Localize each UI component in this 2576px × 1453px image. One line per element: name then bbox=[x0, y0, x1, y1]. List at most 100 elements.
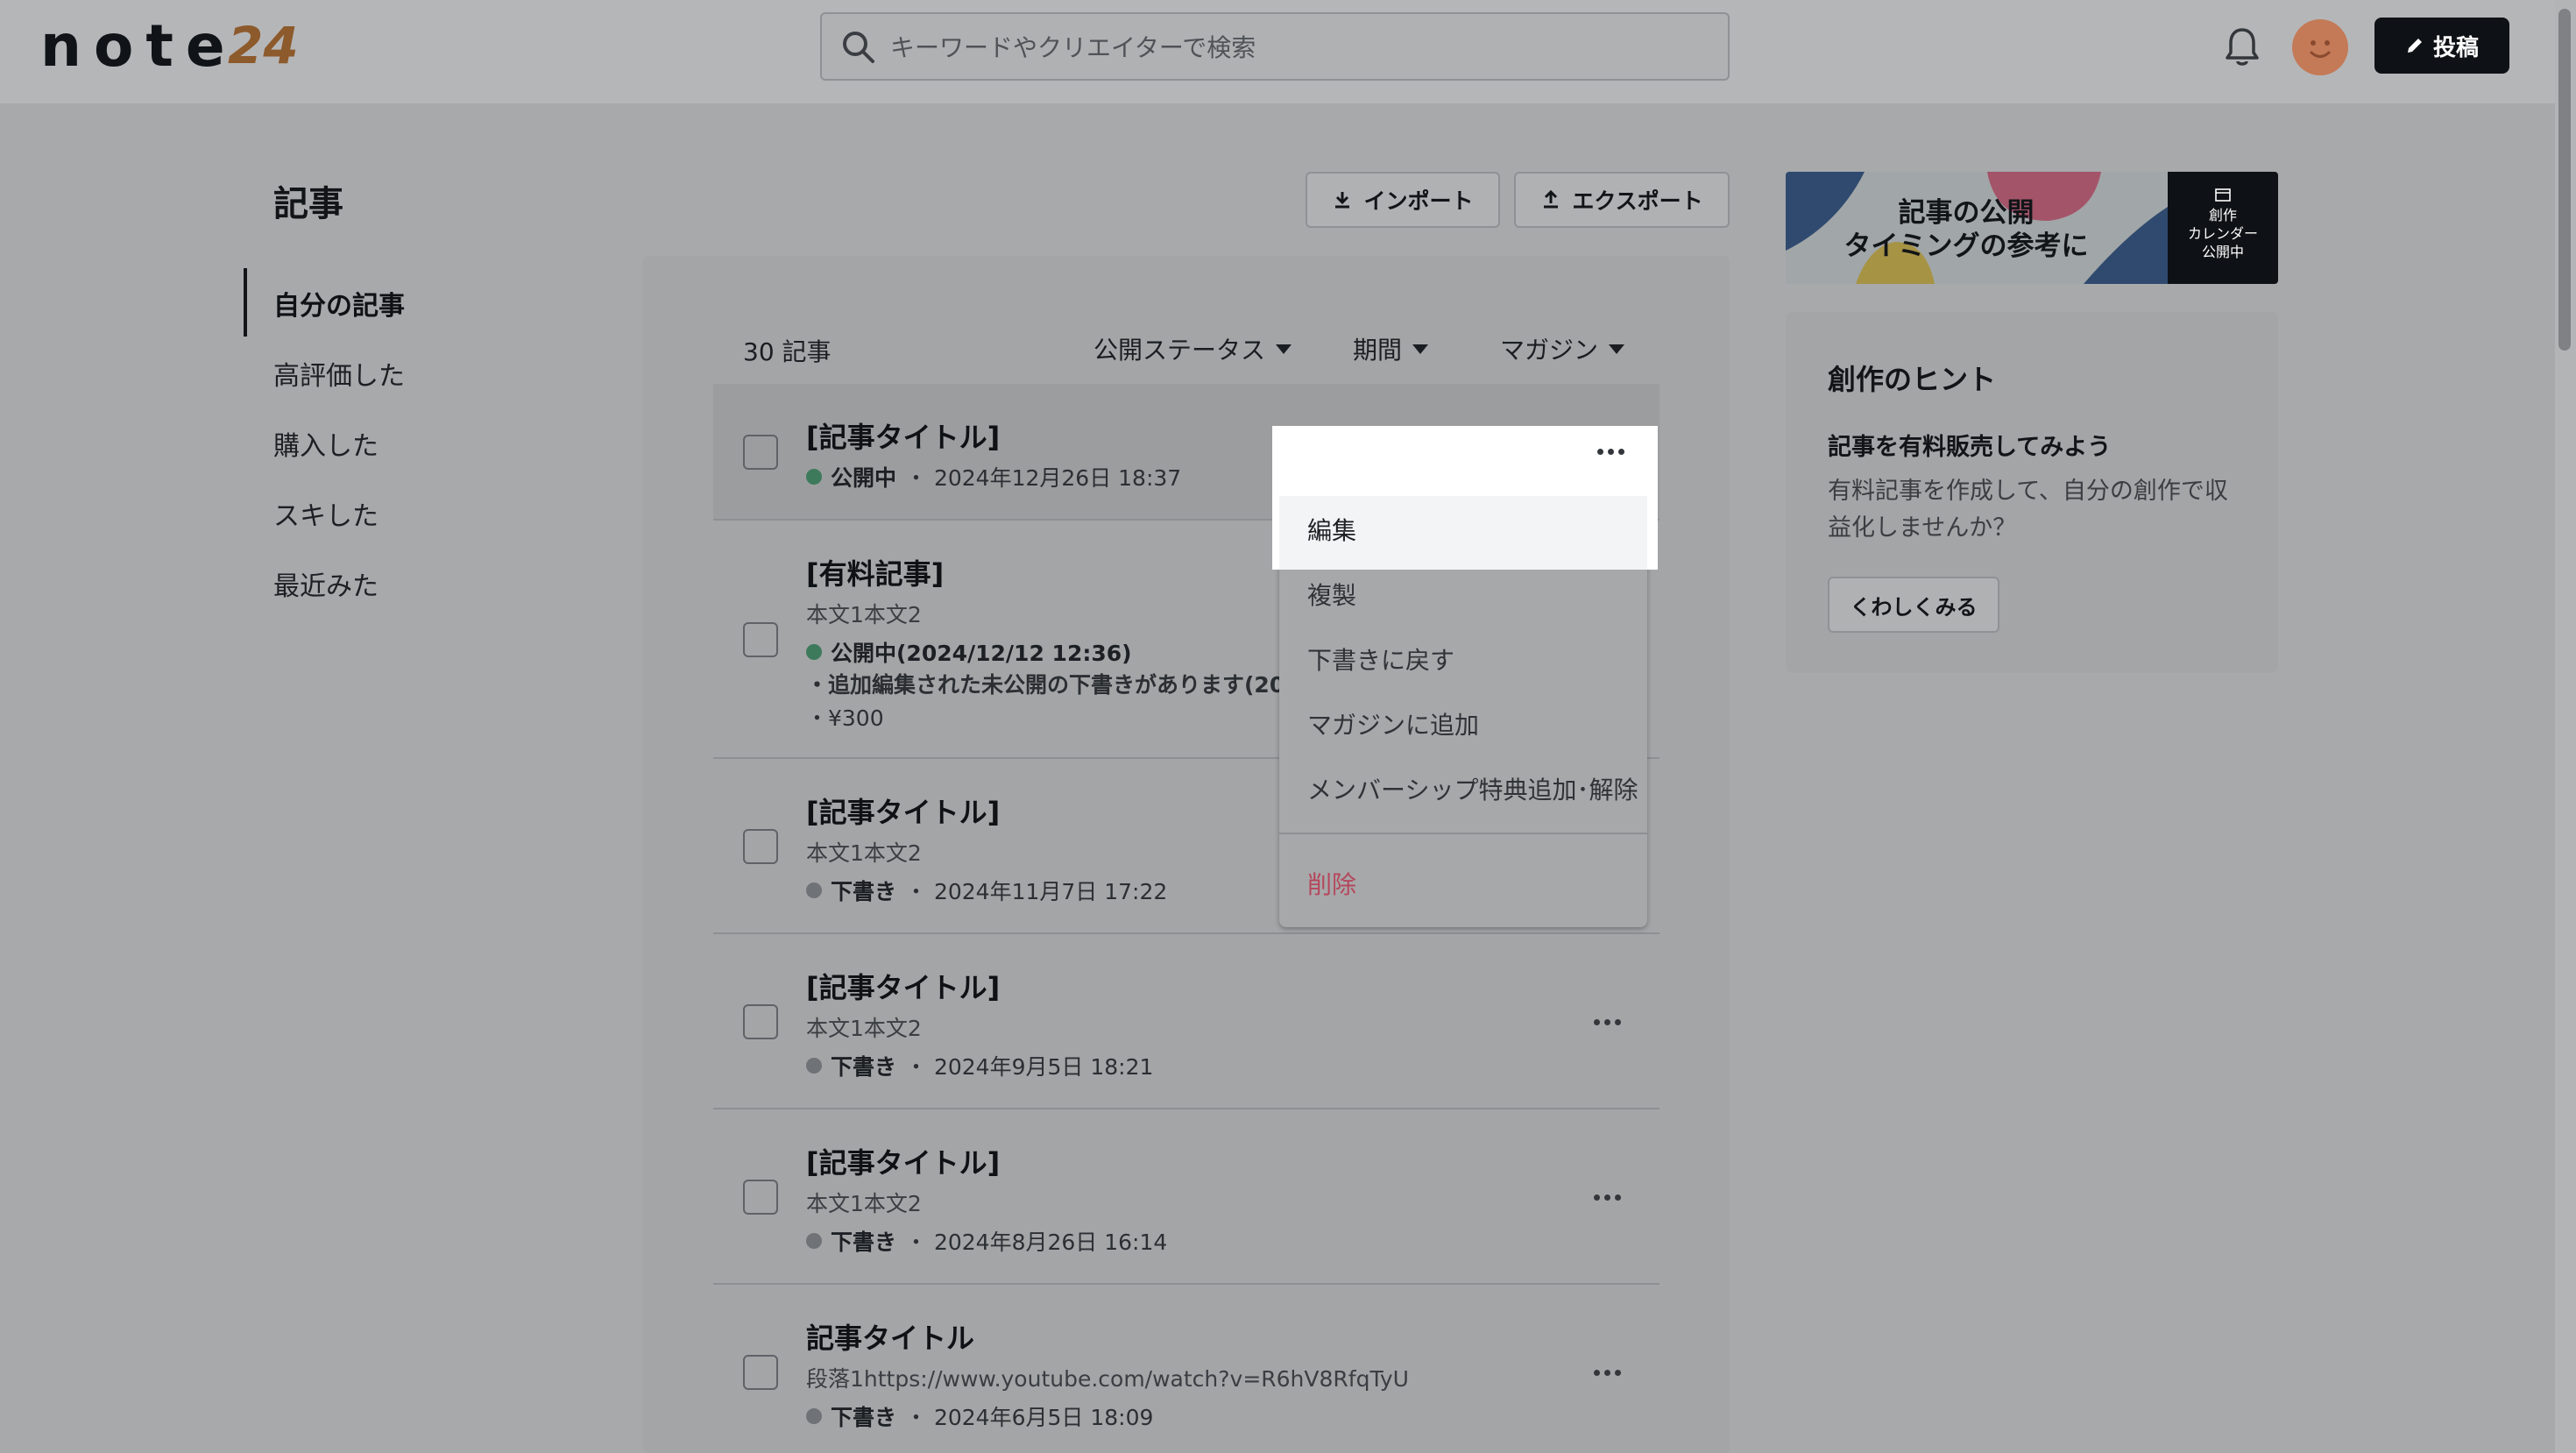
menu-item-membership[interactable]: メンバーシップ特典追加･解除 bbox=[1307, 771, 1638, 806]
published-dot bbox=[806, 644, 822, 660]
caret-down-icon bbox=[1276, 344, 1292, 354]
sidebar-item-suki[interactable]: スキした bbox=[273, 494, 379, 533]
article-excerpt: 本文1本文2 bbox=[806, 840, 922, 866]
article-checkbox[interactable] bbox=[743, 435, 778, 470]
more-options-icon[interactable] bbox=[1589, 1013, 1624, 1031]
draft-dot bbox=[806, 1058, 822, 1074]
article-excerpt: 本文1本文2 bbox=[806, 1191, 922, 1216]
article-status: 下書き ・ 2024年8月26日 16:14 bbox=[806, 1225, 1167, 1257]
export-button[interactable]: エクスポート bbox=[1514, 172, 1730, 228]
menu-item-revert-draft[interactable]: 下書きに戻す bbox=[1307, 641, 1454, 677]
badge-line-1: 創作 bbox=[2208, 207, 2237, 223]
menu-item-add-magazine[interactable]: マガジンに追加 bbox=[1307, 706, 1479, 741]
logo-badge: 24 bbox=[228, 16, 299, 75]
status-label: 公開中(2024/12/12 12:36) bbox=[831, 641, 1132, 666]
sidebar-item-recent[interactable]: 最近みた bbox=[273, 564, 379, 603]
more-options-icon[interactable] bbox=[1589, 1188, 1624, 1206]
period-filter-label: 期間 bbox=[1353, 336, 1403, 365]
hint-subtitle: 記事を有料販売してみよう bbox=[1828, 434, 2112, 461]
caret-down-icon bbox=[1412, 344, 1429, 354]
article-checkbox[interactable] bbox=[743, 1180, 778, 1215]
draft-dot bbox=[806, 1408, 822, 1424]
header: note 24 投稿 bbox=[0, 0, 2576, 103]
calendar-icon bbox=[2215, 188, 2231, 202]
search-input[interactable] bbox=[890, 26, 1696, 68]
article-row[interactable]: 記事タイトル 段落1https://www.youtube.com/watch?… bbox=[713, 1285, 1660, 1453]
magazine-filter[interactable]: マガジン bbox=[1500, 331, 1625, 366]
status-label: 下書き bbox=[831, 1054, 897, 1080]
badge-line-3: 公開中 bbox=[2201, 244, 2244, 260]
menu-item-duplicate[interactable]: 複製 bbox=[1307, 577, 1356, 612]
period-filter[interactable]: 期間 bbox=[1353, 331, 1429, 366]
article-excerpt: 段落1https://www.youtube.com/watch?v=R6hV8… bbox=[806, 1366, 1409, 1392]
price-label: ・¥300 bbox=[806, 705, 884, 731]
hint-title: 創作のヒント bbox=[1828, 363, 1997, 396]
article-checkbox[interactable] bbox=[743, 1355, 778, 1390]
article-title[interactable]: [記事タイトル] bbox=[806, 1141, 1000, 1181]
draft-note: ・追加編集された未公開の下書きがあります(2024 bbox=[806, 672, 1316, 698]
pencil-icon bbox=[2407, 39, 2422, 53]
scroll-thumb[interactable] bbox=[2558, 9, 2571, 351]
article-status: 下書き ・ 2024年6月5日 18:09 bbox=[806, 1400, 1153, 1432]
draft-dot bbox=[806, 882, 822, 898]
sidebar-item-my-articles[interactable]: 自分の記事 bbox=[273, 284, 405, 322]
article-checkbox[interactable] bbox=[743, 622, 778, 657]
status-meta: ・ 2024年9月5日 18:21 bbox=[905, 1054, 1154, 1080]
banner-line-2: タイミングの参考に bbox=[1844, 230, 2089, 262]
menu-item-delete[interactable]: 削除 bbox=[1307, 866, 1356, 901]
menu-pointer bbox=[1596, 468, 1624, 482]
menu-divider bbox=[1279, 833, 1647, 834]
article-title[interactable]: 記事タイトル bbox=[806, 1316, 974, 1357]
caret-down-icon bbox=[1609, 344, 1625, 354]
calendar-badge: 創作 カレンダー 公開中 bbox=[2168, 172, 2278, 284]
post-button[interactable]: 投稿 bbox=[2374, 18, 2509, 74]
status-meta: ・ 2024年8月26日 16:14 bbox=[905, 1230, 1168, 1255]
export-label: エクスポート bbox=[1572, 188, 1703, 214]
status-label: 下書き bbox=[831, 1405, 897, 1430]
more-options-icon[interactable] bbox=[1589, 1364, 1624, 1381]
article-status: 公開中(2024/12/12 12:36) bbox=[806, 636, 1132, 668]
sidebar-item-purchased[interactable]: 購入した bbox=[273, 424, 379, 463]
banner-text: 記事の公開 タイミングの参考に bbox=[1844, 196, 2089, 263]
magazine-filter-label: マガジン bbox=[1500, 336, 1599, 365]
article-row[interactable]: [記事タイトル] 本文1本文2 下書き ・ 2024年8月26日 16:14 bbox=[713, 1109, 1660, 1285]
badge-line-2: カレンダー bbox=[2187, 225, 2258, 242]
post-label: 投稿 bbox=[2432, 34, 2479, 61]
article-title[interactable]: [記事タイトル] bbox=[806, 790, 1000, 831]
import-button[interactable]: インポート bbox=[1306, 172, 1500, 228]
avatar[interactable] bbox=[2292, 19, 2348, 75]
upload-icon bbox=[1544, 189, 1559, 209]
sidebar-item-liked[interactable]: 高評価した bbox=[273, 354, 405, 393]
article-row[interactable]: [記事タイトル] 本文1本文2 下書き ・ 2024年9月5日 18:21 bbox=[713, 934, 1660, 1109]
avatar-face-icon bbox=[2310, 40, 2331, 58]
status-meta: ・ 2024年11月7日 17:22 bbox=[905, 879, 1168, 904]
status-meta: ・ 2024年6月5日 18:09 bbox=[905, 1405, 1154, 1430]
more-options-icon[interactable] bbox=[1593, 443, 1628, 460]
menu-item-edit[interactable]: 編集 bbox=[1307, 512, 1356, 547]
import-label: インポート bbox=[1363, 188, 1474, 214]
article-excerpt: 本文1本文2 bbox=[806, 1016, 922, 1041]
notification-bell-icon[interactable] bbox=[2222, 25, 2262, 68]
article-title[interactable]: [記事タイトル] bbox=[806, 966, 1000, 1006]
article-title[interactable]: [有料記事] bbox=[806, 552, 944, 592]
published-dot bbox=[806, 469, 822, 485]
status-meta: ・ 2024年12月26日 18:37 bbox=[905, 465, 1182, 491]
status-filter[interactable]: 公開ステータス bbox=[1093, 331, 1292, 366]
hint-body: 有料記事を作成して、自分の創作で収益化しませんか？ bbox=[1828, 478, 2228, 542]
page-scrollbar[interactable] bbox=[2555, 0, 2576, 1453]
active-indicator bbox=[244, 268, 247, 337]
page-title: 記事 bbox=[273, 184, 343, 224]
banner-line-1: 記事の公開 bbox=[1898, 197, 2035, 229]
status-label: 公開中 bbox=[831, 465, 897, 491]
search-icon bbox=[843, 32, 874, 63]
article-count: 30 記事 bbox=[743, 337, 832, 366]
status-label: 下書き bbox=[831, 1230, 897, 1255]
article-checkbox[interactable] bbox=[743, 1004, 778, 1039]
calendar-banner[interactable]: 記事の公開 タイミングの参考に 創作 カレンダー 公開中 bbox=[1786, 172, 2278, 284]
article-status: 下書き ・ 2024年11月7日 17:22 bbox=[806, 875, 1167, 906]
article-checkbox[interactable] bbox=[743, 829, 778, 864]
article-title[interactable]: [記事タイトル] bbox=[806, 415, 1000, 456]
note-logo[interactable]: note 24 bbox=[40, 12, 299, 80]
search-box[interactable] bbox=[820, 12, 1730, 81]
learn-more-button[interactable]: くわしくみる bbox=[1828, 577, 1999, 633]
